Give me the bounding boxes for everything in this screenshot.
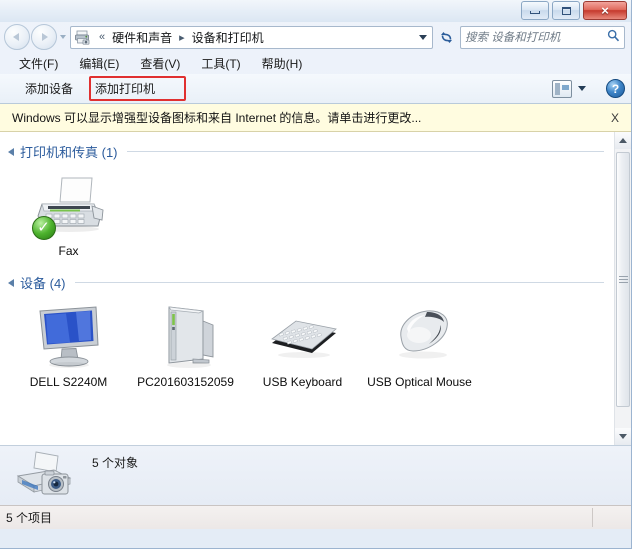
view-options-chevron-down-icon[interactable] <box>574 80 590 98</box>
group-divider <box>126 151 604 152</box>
monitor-icon <box>32 301 106 371</box>
device-label: Fax <box>58 244 79 258</box>
toolbar-right-group: ? <box>552 79 625 98</box>
breadcrumb: « 硬件和声音 ▸ 设备和打印机 <box>94 28 415 47</box>
vertical-scrollbar[interactable] <box>614 132 631 445</box>
collapse-triangle-icon[interactable] <box>8 147 14 156</box>
group-header-printers-and-faxes[interactable]: 打印机和传真 (1) <box>0 140 614 163</box>
menu-item-file[interactable]: 文件(F) <box>10 53 67 74</box>
default-device-check-badge: ✓ <box>31 216 56 240</box>
menu-item-edit[interactable]: 编辑(E) <box>70 53 128 74</box>
close-icon: × <box>601 3 609 18</box>
scrollbar-track[interactable] <box>615 149 631 428</box>
menu-item-tools[interactable]: 工具(T) <box>192 53 249 74</box>
items-view: 打印机和传真 (1) ✓ Fax 设备 (4) DELL S2240M PC20… <box>0 132 614 445</box>
address-bar[interactable]: « 硬件和声音 ▸ 设备和打印机 <box>70 25 433 49</box>
device-item-fax[interactable]: ✓ Fax <box>10 165 127 265</box>
group-header-devices[interactable]: 设备 (4) <box>0 271 614 294</box>
keyboard-icon <box>266 301 340 371</box>
group-title: 打印机和传真 (1) <box>20 145 118 160</box>
group-divider <box>74 282 604 283</box>
scroll-up-arrow-icon[interactable] <box>615 132 631 149</box>
details-object-count: 5 个对象 <box>92 456 139 470</box>
help-icon[interactable]: ? <box>606 79 625 98</box>
status-divider <box>592 508 593 527</box>
close-button[interactable]: × <box>583 1 627 20</box>
menu-item-help[interactable]: 帮助(H) <box>253 53 312 74</box>
printer-icon <box>74 29 91 45</box>
group-title: 设备 (4) <box>20 276 66 291</box>
scrollbar-grip-icon <box>618 274 628 285</box>
menu-item-view[interactable]: 查看(V) <box>131 53 189 74</box>
add-device-button[interactable]: 添加设备 <box>14 76 84 101</box>
preview-pane-icon[interactable] <box>552 79 572 98</box>
notification-message: Windows 可以显示增强型设备图标和来自 Internet 的信息。请单击进… <box>12 111 422 125</box>
computer-tower-icon <box>149 301 223 371</box>
device-item-dell-s2240m[interactable]: DELL S2240M <box>10 296 127 396</box>
device-label: USB Optical Mouse <box>367 375 472 389</box>
toolbar: 添加设备 添加打印机 ? <box>0 74 631 104</box>
breadcrumb-overflow[interactable]: « <box>94 31 110 43</box>
back-button[interactable] <box>4 24 30 50</box>
scrollbar-thumb[interactable] <box>616 152 630 407</box>
refresh-button[interactable] <box>435 26 457 49</box>
printers-grid: ✓ Fax <box>0 165 614 265</box>
device-label: PC201603152059 <box>137 375 234 389</box>
search-icon <box>606 29 620 45</box>
maximize-icon <box>561 6 571 15</box>
printer-camera-icon <box>14 450 78 502</box>
menu-bar: 文件(F) 编辑(E) 查看(V) 工具(T) 帮助(H) <box>0 52 631 74</box>
device-item-pc201603152059[interactable]: PC201603152059 <box>127 296 244 396</box>
notification-bar[interactable]: Windows 可以显示增强型设备图标和来自 Internet 的信息。请单击进… <box>0 104 631 132</box>
device-label: DELL S2240M <box>29 375 108 389</box>
check-icon: ✓ <box>37 219 50 236</box>
breadcrumb-chevron-right-icon[interactable]: ▸ <box>174 31 190 44</box>
address-row: « 硬件和声音 ▸ 设备和打印机 搜索 设备和打印机 <box>0 22 631 52</box>
status-bar: 5 个项目 <box>0 505 631 529</box>
search-input[interactable]: 搜索 设备和打印机 <box>465 29 606 45</box>
fax-machine-icon: ✓ <box>31 170 106 240</box>
devices-grid: DELL S2240M PC201603152059 USB Keyboard … <box>0 296 614 396</box>
device-label: USB Keyboard <box>262 375 343 389</box>
minimize-button[interactable] <box>521 1 549 20</box>
device-item-usb-optical-mouse[interactable]: USB Optical Mouse <box>361 296 478 396</box>
forward-button[interactable] <box>31 24 57 50</box>
mouse-icon <box>383 301 457 371</box>
minimize-icon <box>530 11 540 14</box>
breadcrumb-item-hardware-and-sound[interactable]: 硬件和声音 <box>110 28 174 47</box>
recent-pages-chevron-down-icon[interactable] <box>58 27 68 47</box>
address-history-chevron-down-icon[interactable] <box>415 28 430 47</box>
add-printer-button[interactable]: 添加打印机 <box>84 76 166 101</box>
details-pane: 5 个对象 <box>0 445 631 505</box>
search-box[interactable]: 搜索 设备和打印机 <box>460 25 625 49</box>
notification-close-icon[interactable]: X <box>607 111 623 125</box>
content-area: 打印机和传真 (1) ✓ Fax 设备 (4) DELL S2240M PC20… <box>0 132 631 445</box>
navigation-buttons <box>4 24 68 50</box>
window-controls: × <box>521 1 627 20</box>
scroll-down-arrow-icon[interactable] <box>615 428 631 445</box>
status-item-count: 5 个项目 <box>6 511 53 525</box>
title-bar: × <box>0 0 631 22</box>
breadcrumb-item-devices-and-printers[interactable]: 设备和打印机 <box>190 28 266 47</box>
collapse-triangle-icon[interactable] <box>8 278 14 287</box>
device-item-usb-keyboard[interactable]: USB Keyboard <box>244 296 361 396</box>
maximize-button[interactable] <box>552 1 580 20</box>
devices-and-printers-window: × « 硬件和声音 ▸ 设备和打印机 搜索 设备和打印机 文件(F) 编辑(E)… <box>0 0 632 549</box>
